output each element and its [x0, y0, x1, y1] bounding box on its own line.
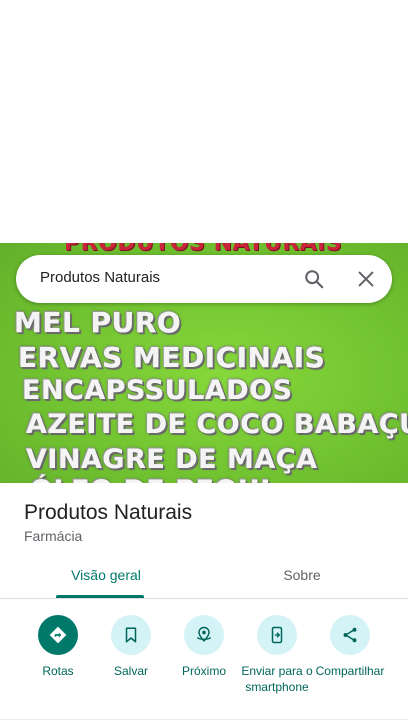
nearby-icon	[196, 626, 212, 642]
nearby-button[interactable]: Próximo	[166, 615, 242, 679]
photo-sign-line: ENCAPSSULADOS	[22, 375, 293, 406]
directions-label: Rotas	[42, 664, 74, 678]
bookmark-icon	[125, 627, 137, 643]
place-title: Produtos Naturais	[24, 501, 193, 524]
save-button[interactable]: Salvar	[93, 615, 169, 679]
save-label: Salvar	[113, 664, 148, 678]
photo-sign-line: ERVAS MEDICINAIS	[18, 341, 326, 374]
photo-sign-line: MEL PURO	[14, 306, 182, 339]
search-input[interactable]: Produtos Naturais	[40, 269, 160, 286]
photo-sign-line: ÓLEO DE PEQUI	[30, 475, 271, 483]
nearby-label: Próximo	[181, 664, 226, 678]
send-to-phone-label: Enviar para o smartphone	[241, 664, 313, 694]
directions-button[interactable]: Rotas	[20, 615, 96, 679]
send-to-phone-button[interactable]: Enviar para o smartphone	[239, 615, 315, 695]
directions-icon	[49, 626, 67, 644]
tab-overview[interactable]: Visão geral	[56, 567, 156, 583]
divider	[0, 719, 408, 720]
tab-about[interactable]: Sobre	[252, 567, 352, 583]
place-category[interactable]: Farmácia	[24, 528, 82, 544]
share-button[interactable]: Compartilhar	[312, 615, 388, 679]
search-bar[interactable]: Produtos Naturais	[16, 255, 392, 303]
search-icon[interactable]	[303, 268, 325, 290]
photo-sign-line: VINAGRE DE MAÇA	[26, 444, 318, 475]
share-icon	[343, 627, 357, 643]
share-label: Compartilhar	[315, 664, 385, 678]
divider	[0, 598, 408, 599]
close-icon[interactable]	[355, 268, 377, 290]
send-to-phone-icon	[271, 626, 283, 644]
photo-sign-line: AZEITE DE COCO BABAÇU	[26, 409, 408, 440]
